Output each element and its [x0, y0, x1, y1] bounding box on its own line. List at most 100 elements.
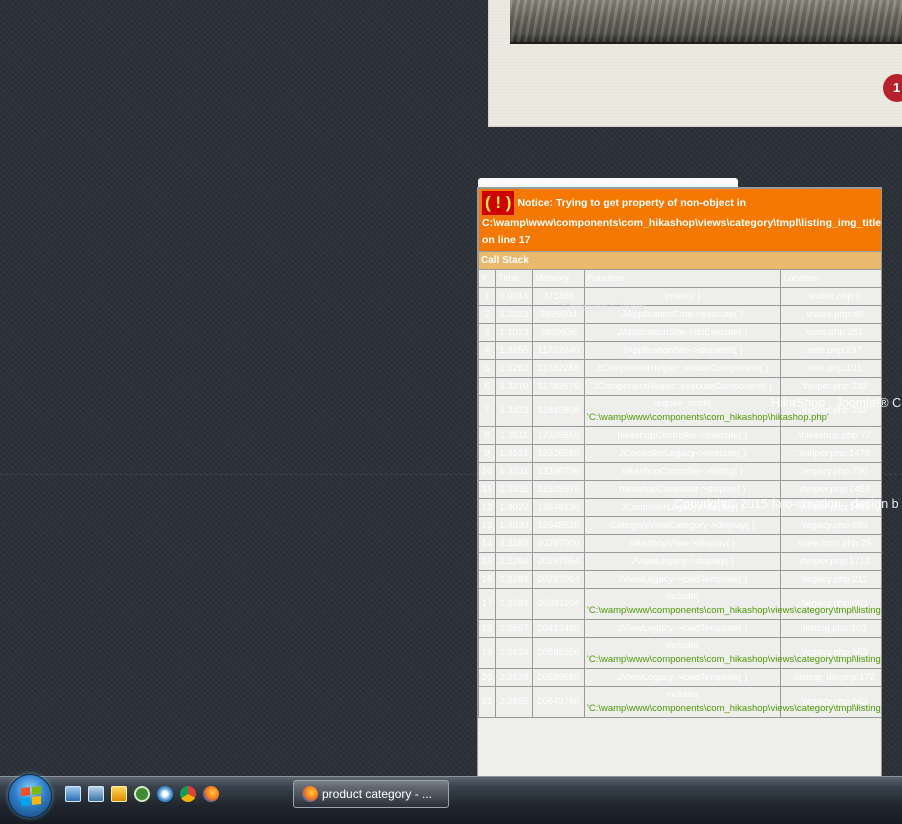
stack-num: 17	[478, 588, 496, 620]
stack-num: 7	[478, 395, 496, 427]
stack-function: JViewLegacy->loadTemplate( )	[584, 619, 781, 638]
table-row: 18 2.2597 20412488 JViewLegacy->loadTemplat…	[478, 619, 881, 638]
windows-taskbar: product category - ...	[0, 774, 902, 824]
stack-num: 20	[478, 668, 496, 687]
stack-function: hikashopView->display( )	[584, 534, 781, 553]
stack-num: 5	[478, 359, 496, 378]
table-row: 1 0.0014 371488 {main}( ) ..\index.php:0	[478, 287, 881, 306]
php-error-box: ( ! ) Notice: Trying to get property of n…	[477, 187, 882, 777]
stack-num: 2	[478, 305, 496, 324]
function-name: JViewLegacy->loadTemplate( )	[617, 573, 748, 585]
product-image-card: 1	[488, 0, 902, 127]
firefox-icon[interactable]	[203, 786, 219, 802]
function-name: hikashopView->display( )	[629, 537, 736, 549]
stack-num: 18	[478, 619, 496, 638]
show-desktop-icon[interactable]	[65, 786, 81, 802]
function-file-path: 'C:\wamp\www\components\com_hikashop\hik…	[587, 412, 829, 423]
call-stack-title: Call Stack	[478, 251, 881, 270]
stack-num: 1	[478, 287, 496, 306]
stack-function: JControllerLegacy->execute( )	[584, 444, 781, 463]
table-row: 14 2.2283 20297000 hikashopView->display( )…	[478, 534, 881, 553]
table-row: 17 2.2584 20381104 include( 'C:\wamp\www\co…	[478, 588, 881, 620]
stack-num: 11	[478, 480, 496, 499]
stack-location: ..\legacy.php:693	[779, 516, 881, 535]
table-row: 3 1.1023 3939536 JApplicationSite->doExecut…	[478, 323, 881, 342]
function-name: JViewLegacy->loadTemplate( )	[617, 622, 748, 634]
stack-function: JViewLegacy->loadTemplate( )	[584, 570, 781, 589]
stack-memory: 20588256	[532, 637, 585, 669]
chrome-icon[interactable]	[180, 786, 196, 802]
table-row: 20 2.2638 20599688 JViewLegacy->loadTemplat…	[478, 668, 881, 687]
table-row: 8 1.3511 12325656 hikashopController->execu…	[478, 426, 881, 445]
function-name: {main}( )	[664, 290, 701, 302]
stack-function: CategoryViewCategory->display( )	[584, 516, 781, 535]
stack-num: 8	[478, 426, 496, 445]
stack-memory: 20381104	[532, 588, 585, 620]
function-name: JApplicationSite->doExecute( )	[617, 326, 748, 338]
stack-function: JApplicationSite->doExecute( )	[584, 323, 781, 342]
stack-function: JComponentHelper::renderComponent( )	[584, 359, 781, 378]
stack-function: include( 'C:\wamp\www\components\com_hik…	[584, 637, 881, 669]
stack-location: ..\helper.php:1712	[779, 552, 881, 571]
stack-num: 3	[478, 323, 496, 342]
table-row: 21 2.2865 20649768 include( 'C:\wamp\www\co…	[478, 686, 881, 718]
media-player-icon[interactable]	[111, 786, 127, 802]
start-button[interactable]	[8, 774, 52, 818]
stack-function: JViewLegacy->loadTemplate( )	[584, 668, 781, 687]
stack-time: 2.2584	[495, 588, 533, 620]
table-row: 9 1.3531 12326688 JControllerLegacy->execut…	[478, 444, 881, 463]
stack-num: 12	[478, 498, 496, 517]
stack-num: 10	[478, 462, 496, 481]
error-notice: ( ! ) Notice: Trying to get property of n…	[478, 188, 881, 252]
col-header-function: Function	[584, 269, 781, 288]
col-header-time: Time	[495, 269, 533, 288]
window-switcher-icon[interactable]	[88, 786, 104, 802]
stack-num: 19	[478, 637, 496, 669]
table-row: 13 1.4030 12648528 CategoryViewCategory->di…	[478, 516, 881, 535]
function-name: include(	[665, 591, 700, 602]
stack-location: ..\helper.php:1459	[779, 480, 881, 499]
function-name: JApplicationSite->dispatch( )	[622, 344, 743, 356]
stack-function: JViewLegacy->display( )	[584, 552, 781, 571]
stack-num: 13	[478, 516, 496, 535]
stack-function: JApplicationSite->dispatch( )	[584, 341, 781, 360]
stack-location: ..\index.php:40	[779, 305, 881, 324]
stack-time: 2.2865	[495, 686, 533, 718]
stack-time: 1.3270	[495, 377, 533, 396]
footer-powered-by[interactable]: HikaShop , Joomla!® C	[771, 396, 901, 410]
stack-time: 1.4022	[495, 498, 533, 517]
stack-memory: 11845808	[532, 395, 585, 427]
stack-num: 9	[478, 444, 496, 463]
table-row: 15 2.2284 20297064 JViewLegacy->display( ).…	[478, 552, 881, 571]
stack-time: 1.4030	[495, 516, 533, 535]
col-header-location: Location	[779, 269, 881, 288]
stack-memory: 11762288	[532, 359, 585, 378]
slide-number-badge[interactable]: 1	[883, 74, 902, 102]
stack-location: ..\site.php:191	[779, 359, 881, 378]
stack-memory: 20599688	[532, 668, 585, 687]
function-name: JControllerLegacy->execute( )	[618, 447, 747, 459]
stack-function: JComponentHelper::executeComponent( )	[584, 377, 781, 396]
email-icon[interactable]	[157, 786, 173, 802]
stack-location: ..\listing.php:103	[779, 619, 881, 638]
stack-location: ..\index.php:0	[779, 287, 881, 306]
col-header-memory: Memory	[532, 269, 585, 288]
stack-memory: 12648528	[532, 516, 585, 535]
product-photo[interactable]	[510, 0, 902, 44]
stack-memory: 12325976	[532, 480, 585, 499]
function-name: JComponentHelper::renderComponent( )	[596, 362, 769, 374]
stack-memory: 12326688	[532, 444, 585, 463]
call-stack-table: ( ! ) Notice: Trying to get property of n…	[478, 188, 881, 718]
firefox-icon	[302, 786, 318, 802]
function-name: JViewLegacy->display( )	[630, 555, 735, 567]
utorrent-icon[interactable]	[134, 786, 150, 802]
stack-num: 14	[478, 534, 496, 553]
stack-time: 1.3263	[495, 359, 533, 378]
stack-location: ..\listing_div.php:172	[779, 668, 881, 687]
footer-copyright[interactable]: Copyright© 2015 fmo-creation , design b	[674, 497, 899, 511]
stack-location: ..\legacy.php:211	[779, 570, 881, 589]
function-name: hikashopController->listing( )	[621, 465, 744, 477]
stack-function: include( 'C:\wamp\www\components\com_hik…	[584, 686, 881, 718]
taskbar-window-button[interactable]: product category - ...	[293, 780, 449, 808]
stack-num: 21	[478, 686, 496, 718]
